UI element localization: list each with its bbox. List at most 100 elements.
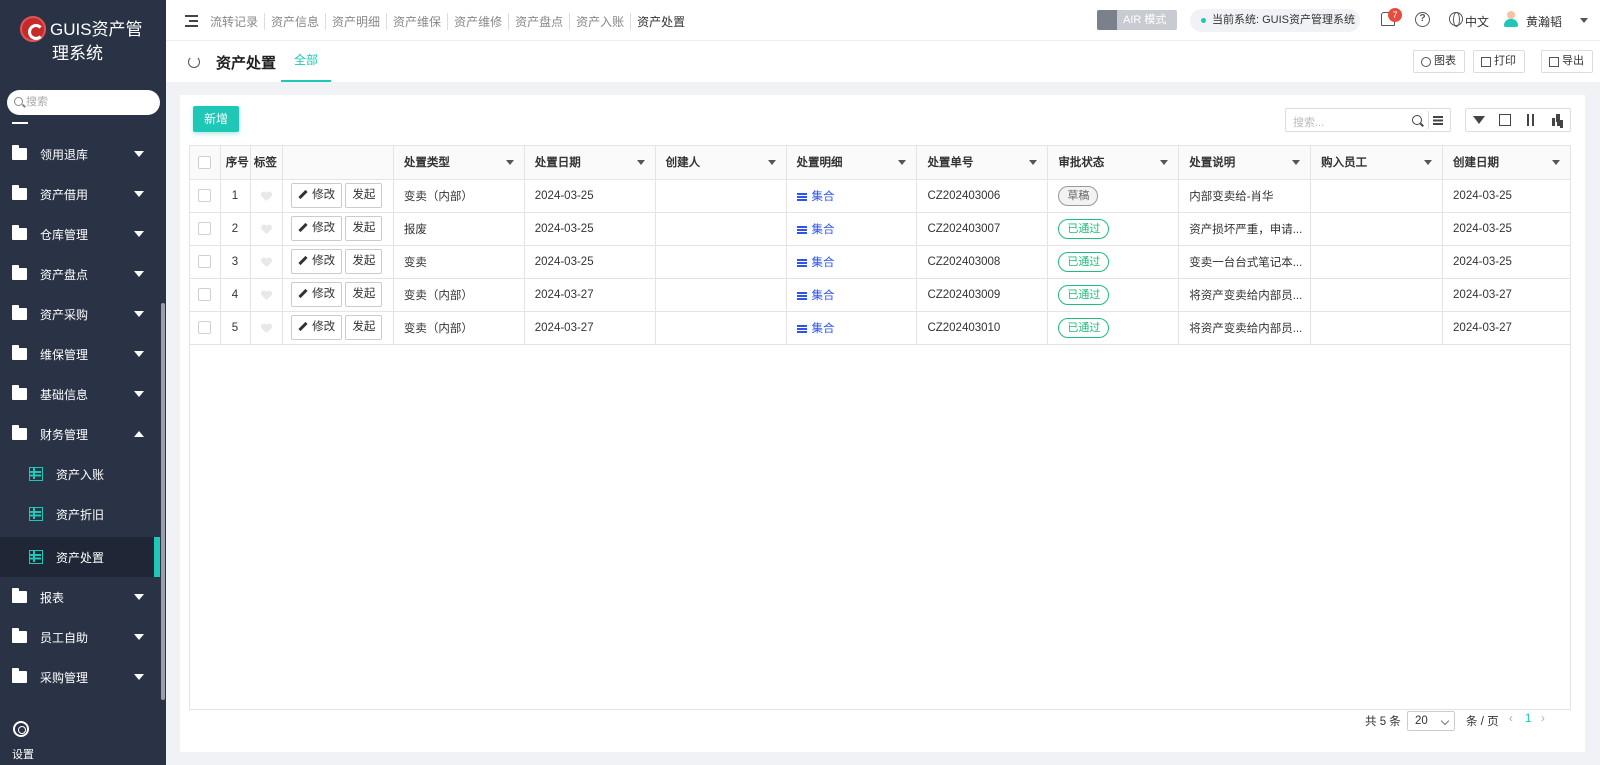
add-button[interactable]: 新增 — [193, 106, 239, 132]
detail-link[interactable]: 集合 — [796, 257, 835, 269]
col-header-creator[interactable]: 创建人 — [655, 146, 787, 180]
filter-icon[interactable] — [1473, 116, 1485, 124]
sidebar-item-jieyong[interactable]: 资产借用 — [0, 174, 160, 214]
edit-button[interactable]: 修改 — [291, 216, 343, 241]
sidebar-item-caiwu[interactable]: 财务管理 — [0, 414, 160, 454]
breadcrumb-item[interactable]: 流转记录 — [210, 13, 264, 30]
language-selector[interactable]: 中文 — [1465, 13, 1489, 30]
page-size-select[interactable]: 20 — [1407, 711, 1455, 731]
detail-link[interactable]: 集合 — [796, 290, 835, 302]
sidebar-subitem-ruzhang[interactable]: 资产入账 — [0, 454, 160, 494]
edit-button[interactable]: 修改 — [291, 315, 343, 340]
avatar[interactable] — [1503, 11, 1518, 27]
sidebar-item-jichu[interactable]: 基础信息 — [0, 374, 160, 414]
sidebar-item-cangku[interactable]: 仓库管理 — [0, 214, 160, 254]
detail-link[interactable]: 集合 — [796, 224, 835, 236]
menu-toggle-icon[interactable] — [185, 15, 198, 27]
dropdown-icon[interactable] — [1424, 160, 1433, 165]
table-search-input[interactable]: 搜索... — [1285, 108, 1451, 132]
sidebar-item-yuangong[interactable]: 员工自助 — [0, 617, 160, 657]
help-icon[interactable]: ? — [1415, 12, 1430, 27]
breadcrumb-item-current[interactable]: 资产处置 — [630, 13, 691, 30]
dropdown-icon[interactable] — [505, 160, 514, 165]
breadcrumb-item[interactable]: 资产信息 — [264, 13, 325, 30]
sidebar-subitem-zhejiu[interactable]: 资产折旧 — [0, 494, 160, 534]
detail-link[interactable]: 集合 — [796, 191, 835, 203]
dropdown-icon[interactable] — [767, 160, 776, 165]
tab-all[interactable]: 全部 — [281, 41, 331, 82]
col-header-number[interactable]: 处置单号 — [916, 146, 1049, 180]
row-checkbox[interactable] — [198, 321, 211, 334]
sidebar-item-weibao[interactable]: 维保管理 — [0, 334, 160, 374]
prev-page-icon[interactable]: ‹ — [1509, 713, 1513, 725]
dropdown-icon[interactable] — [898, 160, 907, 165]
breadcrumb-item[interactable]: 资产维修 — [447, 13, 508, 30]
edit-button[interactable]: 修改 — [291, 183, 343, 208]
submit-button[interactable]: 发起 — [345, 282, 383, 307]
chart-button[interactable]: 图表 — [1413, 50, 1465, 73]
page-number[interactable]: 1 — [1525, 713, 1531, 725]
favorite-icon[interactable] — [261, 257, 271, 266]
edit-button[interactable]: 修改 — [291, 282, 343, 307]
col-header-type[interactable]: 处置类型 — [393, 146, 525, 180]
submit-button[interactable]: 发起 — [345, 315, 383, 340]
table-row[interactable]: 2 修改 发起 报废 2024-03-25 集合 CZ202403007 已通过 资产损坏严重… — [190, 212, 1571, 246]
refresh-icon[interactable] — [188, 56, 200, 68]
select-all-checkbox[interactable] — [198, 155, 211, 169]
dropdown-icon[interactable] — [636, 160, 645, 165]
sidebar-item-pandian[interactable]: 资产盘点 — [0, 254, 160, 294]
row-checkbox[interactable] — [198, 288, 211, 301]
favorite-icon[interactable] — [261, 191, 271, 200]
next-page-icon[interactable]: › — [1541, 713, 1545, 725]
edit-button[interactable]: 修改 — [291, 249, 343, 274]
current-system-badge[interactable]: 当前系统: GUIS资产管理系统 — [1190, 9, 1360, 32]
breadcrumb-item[interactable]: 资产明细 — [325, 13, 386, 30]
table-row[interactable]: 4 修改 发起 变卖（内部） 2024-03-27 集合 CZ202403009 已通过 将资… — [190, 278, 1571, 312]
col-header-detail[interactable]: 处置明细 — [786, 146, 918, 180]
sidebar-item-baobiao[interactable]: 报表 — [0, 577, 160, 617]
col-header-buyer[interactable]: 购入员工 — [1310, 146, 1444, 180]
app-logo[interactable]: GUIS资产管 理系统 — [20, 16, 150, 66]
advanced-search-icon[interactable] — [1433, 116, 1443, 118]
col-header-status[interactable]: 审批状态 — [1047, 146, 1180, 180]
print-button[interactable]: 打印 — [1473, 50, 1525, 73]
row-checkbox[interactable] — [198, 189, 211, 202]
sidebar-item-lingyong[interactable]: 领用退库 — [0, 134, 160, 174]
submit-button[interactable]: 发起 — [345, 249, 383, 274]
air-mode-toggle[interactable]: AIR 模式 — [1097, 10, 1177, 30]
breadcrumb-item[interactable]: 资产维保 — [386, 13, 447, 30]
col-header-date[interactable]: 处置日期 — [524, 146, 656, 180]
row-checkbox[interactable] — [198, 222, 211, 235]
chevron-down-icon[interactable] — [1580, 18, 1588, 23]
sort-icon[interactable] — [1525, 114, 1537, 126]
columns-icon[interactable] — [1499, 114, 1511, 126]
row-checkbox[interactable] — [198, 255, 211, 268]
favorite-icon[interactable] — [261, 224, 271, 233]
col-header-created[interactable]: 创建日期 — [1442, 146, 1571, 180]
table-row[interactable]: 5 修改 发起 变卖（内部） 2024-03-27 集合 CZ202403010 已通过 将资… — [190, 311, 1571, 345]
sidebar-search-input[interactable]: 搜索 — [7, 90, 160, 115]
sidebar-item-caigou[interactable]: 资产采购 — [0, 294, 160, 334]
globe-icon[interactable] — [1449, 12, 1463, 27]
export-button[interactable]: 导出 — [1541, 50, 1593, 73]
dropdown-icon[interactable] — [1552, 160, 1560, 165]
dropdown-icon[interactable] — [1029, 160, 1038, 165]
detail-link[interactable]: 集合 — [796, 323, 835, 335]
search-icon[interactable] — [1412, 115, 1422, 125]
dropdown-icon[interactable] — [1292, 160, 1301, 165]
breadcrumb-item[interactable]: 资产盘点 — [508, 13, 569, 30]
sidebar-scrollbar[interactable] — [161, 303, 165, 700]
table-row[interactable]: 3 修改 发起 变卖 2024-03-25 集合 CZ202403008 已通过 变卖一台台式… — [190, 245, 1571, 279]
sidebar-item-caigouguanli[interactable]: 采购管理 — [0, 657, 160, 697]
bar-chart-icon[interactable] — [1551, 114, 1563, 126]
table-row[interactable]: 1 修改 发起 变卖（内部） 2024-03-25 集合 CZ202403006 草稿 内部变… — [190, 179, 1571, 213]
breadcrumb-item[interactable]: 资产入账 — [569, 13, 630, 30]
sidebar-subitem-chuzhi[interactable]: 资产处置 — [0, 537, 160, 577]
submit-button[interactable]: 发起 — [345, 183, 383, 208]
favorite-icon[interactable] — [261, 290, 271, 299]
favorite-icon[interactable] — [261, 323, 271, 332]
dropdown-icon[interactable] — [1160, 160, 1169, 165]
submit-button[interactable]: 发起 — [345, 216, 383, 241]
user-name[interactable]: 黄瀚韬 — [1526, 13, 1562, 30]
col-header-desc[interactable]: 处置说明 — [1178, 146, 1312, 180]
